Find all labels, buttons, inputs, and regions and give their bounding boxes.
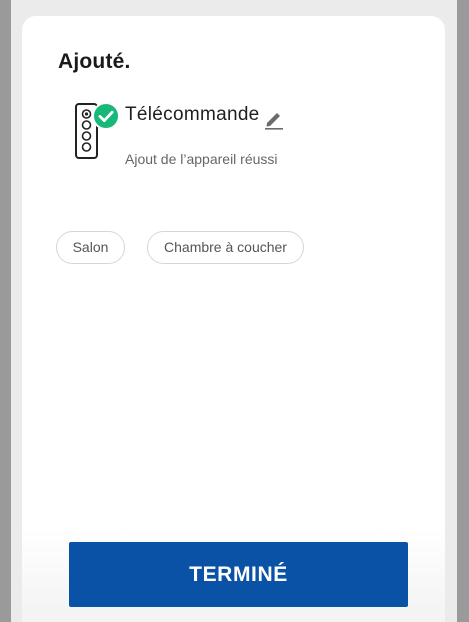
page-title: Ajouté.: [58, 50, 131, 73]
done-button[interactable]: TERMINÉ: [69, 542, 408, 607]
check-circle-icon: [92, 102, 120, 130]
pencil-icon[interactable]: [262, 108, 286, 130]
device-name: Télécommande: [125, 104, 260, 125]
room-chip-chambre[interactable]: Chambre à coucher: [147, 231, 304, 264]
room-chip-salon[interactable]: Salon: [56, 231, 125, 264]
device-status-text: Ajout de l’appareil réussi: [125, 151, 278, 167]
